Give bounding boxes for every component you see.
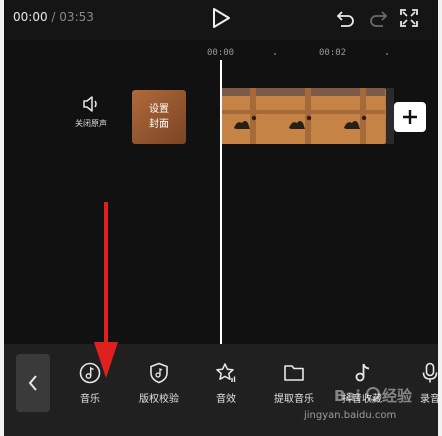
clip-thumbnail — [330, 88, 385, 144]
add-clip-button[interactable] — [394, 102, 426, 132]
chevron-left-icon — [28, 375, 37, 391]
cover-label-line: 设置 — [149, 104, 169, 115]
mute-label: 关闭原声 — [75, 119, 107, 128]
play-icon[interactable] — [210, 6, 232, 30]
set-cover-button[interactable]: 设置 封面 — [132, 90, 186, 144]
tiktok-icon — [355, 363, 370, 382]
toolbar-item-label: 提取音乐 — [274, 394, 314, 405]
watermark-url: jingyan.baidu.com — [304, 410, 397, 421]
fullscreen-icon[interactable] — [400, 9, 418, 27]
microphone-icon — [422, 362, 438, 383]
baidu-logo-watermark: Bai 经验 — [334, 387, 413, 405]
toolbar-item-label: 音效 — [216, 394, 236, 405]
ruler-dot — [386, 53, 388, 55]
toolbar-item-extract-music[interactable]: 提取音乐 — [264, 362, 324, 405]
undo-icon[interactable] — [336, 9, 356, 27]
timeline-area[interactable]: 00:00 00:02 关闭原声 设置 封面 — [4, 40, 438, 344]
clip-thumbnail — [220, 88, 275, 144]
svg-text:经验: 经验 — [382, 387, 413, 405]
shield-check-icon — [150, 362, 168, 384]
redo-icon[interactable] — [368, 9, 388, 27]
back-button[interactable] — [16, 354, 50, 412]
folder-icon — [284, 365, 304, 381]
toolbar-item-sound-effects[interactable]: 音效 — [196, 362, 256, 405]
ruler-mark: 00:00 — [207, 48, 235, 58]
cover-label-line: 封面 — [149, 119, 169, 130]
time-separator: / — [51, 10, 56, 24]
playhead[interactable] — [220, 60, 222, 344]
plus-icon — [403, 110, 417, 124]
clip-thumbnail — [275, 88, 330, 144]
mute-original-audio-button[interactable]: 关闭原声 — [66, 96, 116, 129]
playback-time: 00:00 / 03:53 — [13, 10, 94, 24]
video-clip[interactable] — [220, 88, 386, 144]
toolbar-item-label: 音乐 — [80, 394, 100, 405]
red-annotation-arrow — [94, 202, 118, 378]
ruler-dot — [274, 53, 276, 55]
svg-text:Bai: Bai — [334, 387, 361, 405]
video-editor: 00:00 / 03:53 00:00 00:02 关闭原声 设置 封面 音乐 … — [4, 0, 438, 436]
speaker-icon — [83, 96, 97, 112]
clip-end-handle[interactable] — [386, 88, 394, 144]
total-time: 03:53 — [59, 10, 94, 24]
ruler-mark: 00:02 — [319, 48, 347, 58]
star-sound-icon — [216, 363, 236, 382]
toolbar-item-label: 版权校验 — [139, 394, 179, 405]
current-time: 00:00 — [13, 10, 48, 24]
toolbar-item-copyright-check[interactable]: 版权校验 — [129, 362, 189, 405]
player-controls: 00:00 / 03:53 — [4, 0, 438, 40]
